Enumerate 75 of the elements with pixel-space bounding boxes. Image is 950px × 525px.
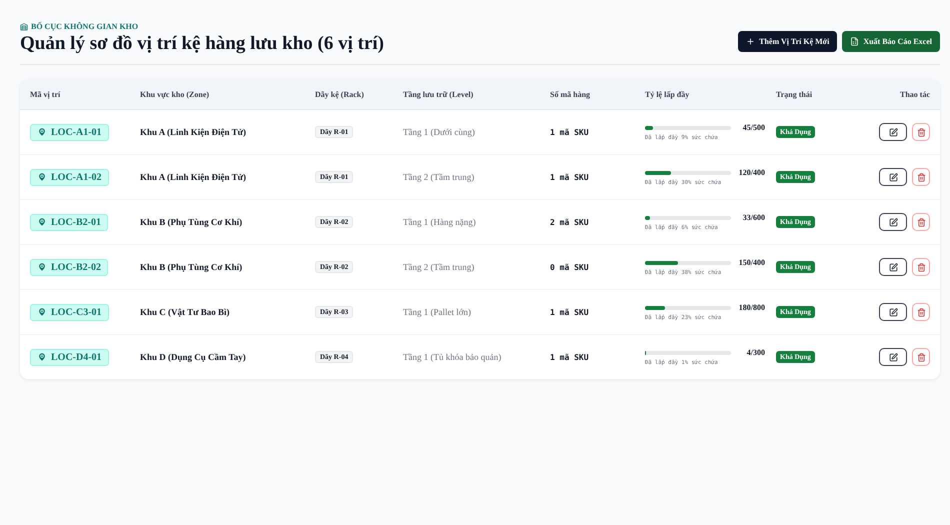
location-code-tag: LOC-A1-02: [30, 168, 109, 186]
edit-icon: [888, 352, 898, 362]
edit-button[interactable]: [879, 168, 907, 186]
column-header: Thao tác: [899, 90, 930, 98]
map-pin-icon: [37, 352, 47, 362]
trash-icon: [916, 128, 926, 136]
column-header: Trạng thái: [776, 90, 814, 98]
trash-icon: [916, 218, 926, 226]
table-cell-text: Khu A (Linh Kiện Điện Tử): [140, 127, 248, 137]
map-pin-icon: [37, 262, 47, 272]
capacity-text: 45/500: [742, 123, 765, 132]
edit-icon: [888, 172, 898, 182]
edit-icon: [888, 308, 898, 316]
map-pin-icon: [37, 172, 47, 182]
capacity-text: 180/800: [738, 303, 765, 312]
map-pin-icon: [37, 127, 47, 137]
column-header: Số mã hàng: [550, 90, 592, 98]
table-cell-text: Khu B (Phụ Tùng Cơ Khí): [140, 262, 244, 272]
export-button[interactable]: Xuất Báo Cáo Excel: [842, 31, 940, 52]
table-cell-text: 1 mã SKU: [550, 352, 590, 362]
delete-button[interactable]: [912, 258, 930, 276]
location-code-tag: LOC-A1-01: [30, 124, 109, 140]
delete-button[interactable]: [912, 348, 930, 366]
trash-icon: [916, 172, 926, 182]
edit-icon: [888, 218, 898, 226]
edit-button[interactable]: [879, 213, 907, 231]
location-code-tag: LOC-B2-01: [30, 214, 108, 230]
table-cell-text: Khu A (Linh Kiện Điện Tử): [140, 172, 248, 182]
location-code-tag: LOC-C3-01: [30, 304, 109, 320]
location-code-tag: LOC-D4-01: [30, 348, 109, 366]
table-cell-text: 0 mã SKU: [550, 262, 590, 272]
table-cell-text: Khu B (Phụ Tùng Cơ Khí): [140, 217, 244, 227]
map-pin-icon: [37, 307, 47, 317]
location-code-tag: LOC-B2-02: [30, 258, 108, 276]
spreadsheet-icon: [850, 37, 860, 46]
edit-button[interactable]: [879, 303, 907, 321]
edit-icon: [888, 128, 898, 136]
add-button[interactable]: Thêm Vị Trí Kệ Mới: [738, 31, 838, 52]
column-header: Tầng lưu trữ (Level): [403, 90, 474, 98]
column-header: Mã vị trí: [30, 90, 62, 98]
delete-button[interactable]: [912, 123, 930, 141]
delete-button[interactable]: [912, 213, 930, 231]
table-cell-text: 1 mã SKU: [550, 308, 590, 316]
table-cell-text: Khu D (Dụng Cụ Cầm Tay): [140, 352, 247, 362]
section-eyebrow: BỐ CỤC KHÔNG GIAN KHO: [31, 22, 138, 31]
capacity-text: 120/400: [738, 168, 765, 177]
edit-button[interactable]: [879, 348, 907, 366]
table-cell-text: Tầng 1 (Hàng nặng): [403, 217, 477, 227]
table-cell-text: 1 mã SKU: [550, 172, 590, 182]
column-header: Dãy kệ (Rack): [315, 90, 365, 98]
capacity-text: 33/600: [742, 213, 765, 222]
edit-icon: [888, 262, 898, 272]
table-cell-text: 1 mã SKU: [550, 128, 590, 136]
plus-icon: [746, 37, 756, 46]
delete-button[interactable]: [912, 303, 930, 321]
table-cell-text: Tầng 2 (Tầm trung): [403, 172, 476, 182]
edit-button[interactable]: [879, 258, 907, 276]
table-cell-text: Khu C (Vật Tư Bao Bì): [140, 307, 230, 317]
table-cell-text: Tầng 2 (Tầm trung): [403, 262, 476, 272]
table-cell-text: Tầng 1 (Dưới cùng): [403, 127, 476, 137]
capacity-text: 150/400: [738, 258, 765, 267]
column-header: Tỷ lệ lấp đầy: [645, 90, 690, 98]
trash-icon: [916, 262, 926, 272]
edit-button[interactable]: [879, 123, 907, 141]
table-cell-text: Tầng 1 (Pallet lớn): [403, 307, 472, 317]
trash-icon: [916, 352, 926, 362]
table-cell-text: Tầng 1 (Tủ khóa bảo quản): [403, 352, 502, 362]
trash-icon: [916, 308, 926, 316]
capacity-text: 4/300: [746, 348, 765, 357]
map-pin-icon: [37, 217, 47, 227]
column-header: Khu vực kho (Zone): [140, 90, 210, 98]
table-cell-text: 2 mã SKU: [550, 218, 590, 226]
delete-button[interactable]: [912, 168, 930, 186]
warehouse-icon: [20, 22, 28, 30]
page-title: Quản lý sơ đồ vị trí kệ hàng lưu kho (6 vị trí): [20, 33, 384, 55]
